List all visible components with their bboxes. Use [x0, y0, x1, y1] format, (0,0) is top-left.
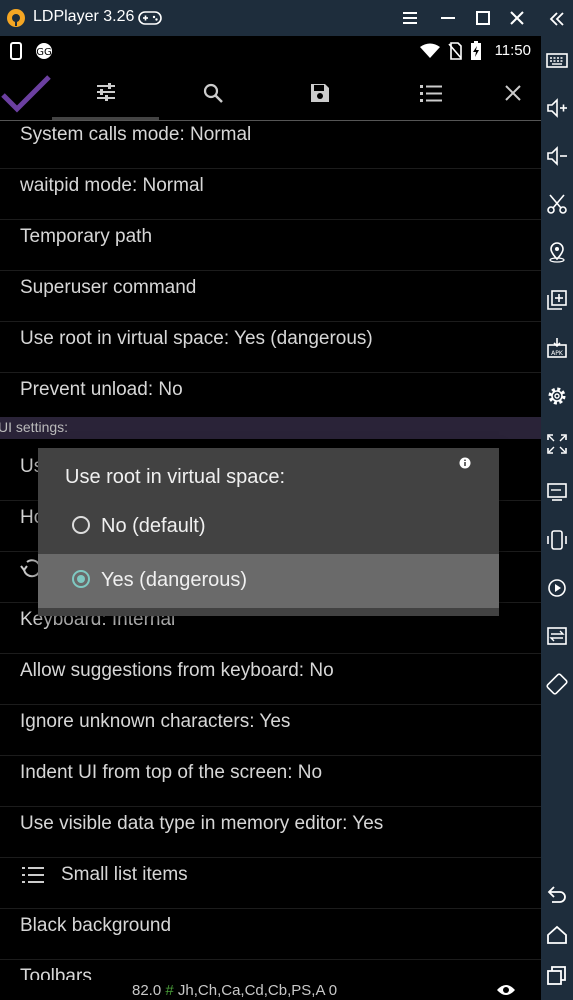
save-icon: [310, 84, 329, 102]
search-button[interactable]: [159, 66, 266, 120]
list-icon: [419, 85, 442, 102]
bottom-status-text: 82.0 # Jh,Ch,Ca,Cd,Cb,PS,A 0: [132, 982, 337, 999]
collapse-sidebar-icon[interactable]: [546, 8, 568, 30]
menu-icon[interactable]: [398, 6, 422, 30]
gamepad-icon[interactable]: [138, 9, 162, 27]
ldplayer-logo-icon: [7, 9, 25, 27]
svg-text:APK: APK: [551, 350, 564, 357]
setting-label: Use visible data type in memory editor: …: [20, 813, 384, 834]
radio-button[interactable]: [72, 570, 90, 588]
tab-settings[interactable]: [52, 66, 159, 120]
checkmark-icon: [1, 75, 51, 113]
close-window-icon[interactable]: [505, 6, 529, 30]
window-title: LDPlayer 3.26: [33, 8, 135, 25]
phone-icon: [10, 42, 22, 60]
volume-down-icon[interactable]: [546, 145, 568, 167]
keyboard-icon[interactable]: [546, 49, 568, 71]
operation-record-icon[interactable]: [546, 577, 568, 599]
bottom-status-bar: 82.0 # Jh,Ch,Ca,Cd,Cb,PS,A 0: [0, 980, 541, 1000]
setting-use-root[interactable]: Use root in virtual space: Yes (dangerou…: [0, 322, 541, 373]
setting-label: Superuser command: [20, 277, 197, 298]
maximize-icon[interactable]: [471, 6, 495, 30]
setting-system-calls-mode[interactable]: System calls mode: Normal: [0, 120, 541, 169]
android-status-bar: GG 11:50: [0, 36, 541, 66]
setting-superuser-command[interactable]: Superuser command: [0, 271, 541, 322]
battery-charging-icon: [471, 41, 481, 60]
bottom-hash: #: [165, 982, 174, 999]
info-icon[interactable]: [459, 457, 471, 469]
location-icon[interactable]: [546, 241, 568, 263]
back-icon[interactable]: [546, 883, 568, 905]
confirm-button[interactable]: [0, 66, 52, 120]
setting-toolbars[interactable]: Toolbars: [0, 960, 541, 980]
option-yes-dangerous[interactable]: Yes (dangerous): [38, 554, 499, 608]
setting-label: Ignore unknown characters: Yes: [20, 711, 291, 732]
recent-apps-icon[interactable]: [546, 964, 568, 986]
volume-up-icon[interactable]: [546, 97, 568, 119]
add-instance-icon[interactable]: [546, 289, 568, 311]
setting-allow-suggestions[interactable]: Allow suggestions from keyboard: No: [0, 654, 541, 705]
setting-label: System calls mode: Normal: [20, 124, 252, 145]
setting-indent-ui[interactable]: Indent UI from top of the screen: No: [0, 756, 541, 807]
setting-label: Use root in virtual space: Yes (dangerou…: [20, 328, 373, 349]
setting-label: Indent UI from top of the screen: No: [20, 762, 323, 783]
no-sim-icon: [448, 42, 462, 60]
svg-text:GG: GG: [36, 47, 52, 58]
setting-small-list-items[interactable]: Small list items: [0, 858, 541, 909]
close-icon: [504, 85, 521, 101]
option-no-default[interactable]: No (default): [38, 500, 499, 554]
setting-label: Allow suggestions from keyboard: No: [20, 660, 334, 681]
setting-label: Temporary path: [20, 226, 153, 247]
list-button[interactable]: [377, 66, 484, 120]
wifi-icon: [420, 43, 440, 58]
setting-visible-data-type[interactable]: Use visible data type in memory editor: …: [0, 807, 541, 858]
use-root-dialog: Use root in virtual space: No (default) …: [38, 448, 499, 616]
rotate-icon[interactable]: [546, 673, 568, 695]
setting-label: Small list items: [61, 864, 188, 885]
radio-button[interactable]: [72, 516, 90, 534]
eye-icon[interactable]: [496, 983, 516, 997]
search-icon: [203, 83, 223, 103]
settings-gear-icon[interactable]: [546, 385, 568, 407]
section-label: UI settings:: [0, 419, 69, 435]
setting-ignore-unknown-chars[interactable]: Ignore unknown characters: Yes: [0, 705, 541, 756]
tune-sliders-icon: [96, 82, 115, 101]
emulator-sidebar: APK: [541, 0, 573, 1000]
option-label: No (default): [101, 515, 206, 537]
scissors-icon[interactable]: [546, 193, 568, 215]
apk-install-icon[interactable]: APK: [546, 337, 568, 359]
settings-toolbar: [0, 66, 541, 121]
setting-label: Black background: [20, 915, 172, 936]
list-icon: [22, 867, 44, 883]
clock: 11:50: [494, 42, 531, 59]
bottom-count: 0: [328, 982, 338, 999]
setting-label: waitpid mode: Normal: [20, 175, 204, 196]
setting-temporary-path[interactable]: Temporary path: [0, 220, 541, 271]
window-titlebar: LDPlayer 3.26: [0, 0, 573, 36]
setting-black-background[interactable]: Black background: [0, 909, 541, 960]
minimize-icon[interactable]: [436, 6, 460, 30]
shake-icon[interactable]: [546, 529, 568, 551]
app-notification-icon: GG: [36, 43, 52, 59]
setting-label: Toolbars: [20, 966, 92, 980]
setting-label: Prevent unload: No: [20, 379, 183, 400]
save-button[interactable]: [266, 66, 373, 120]
bottom-value: 82.0: [132, 982, 162, 999]
setting-waitpid-mode[interactable]: waitpid mode: Normal: [0, 169, 541, 220]
sync-icon[interactable]: [546, 625, 568, 647]
option-label: Yes (dangerous): [101, 569, 248, 591]
fullscreen-icon[interactable]: [546, 433, 568, 455]
dialog-title: Use root in virtual space:: [65, 466, 286, 488]
bottom-regions: Jh,Ch,Ca,Cd,Cb,PS,A: [177, 982, 325, 999]
section-header-ui-settings: UI settings:: [0, 417, 541, 439]
close-button[interactable]: [484, 66, 541, 120]
home-icon[interactable]: [546, 924, 568, 946]
screen-record-icon[interactable]: [546, 481, 568, 503]
